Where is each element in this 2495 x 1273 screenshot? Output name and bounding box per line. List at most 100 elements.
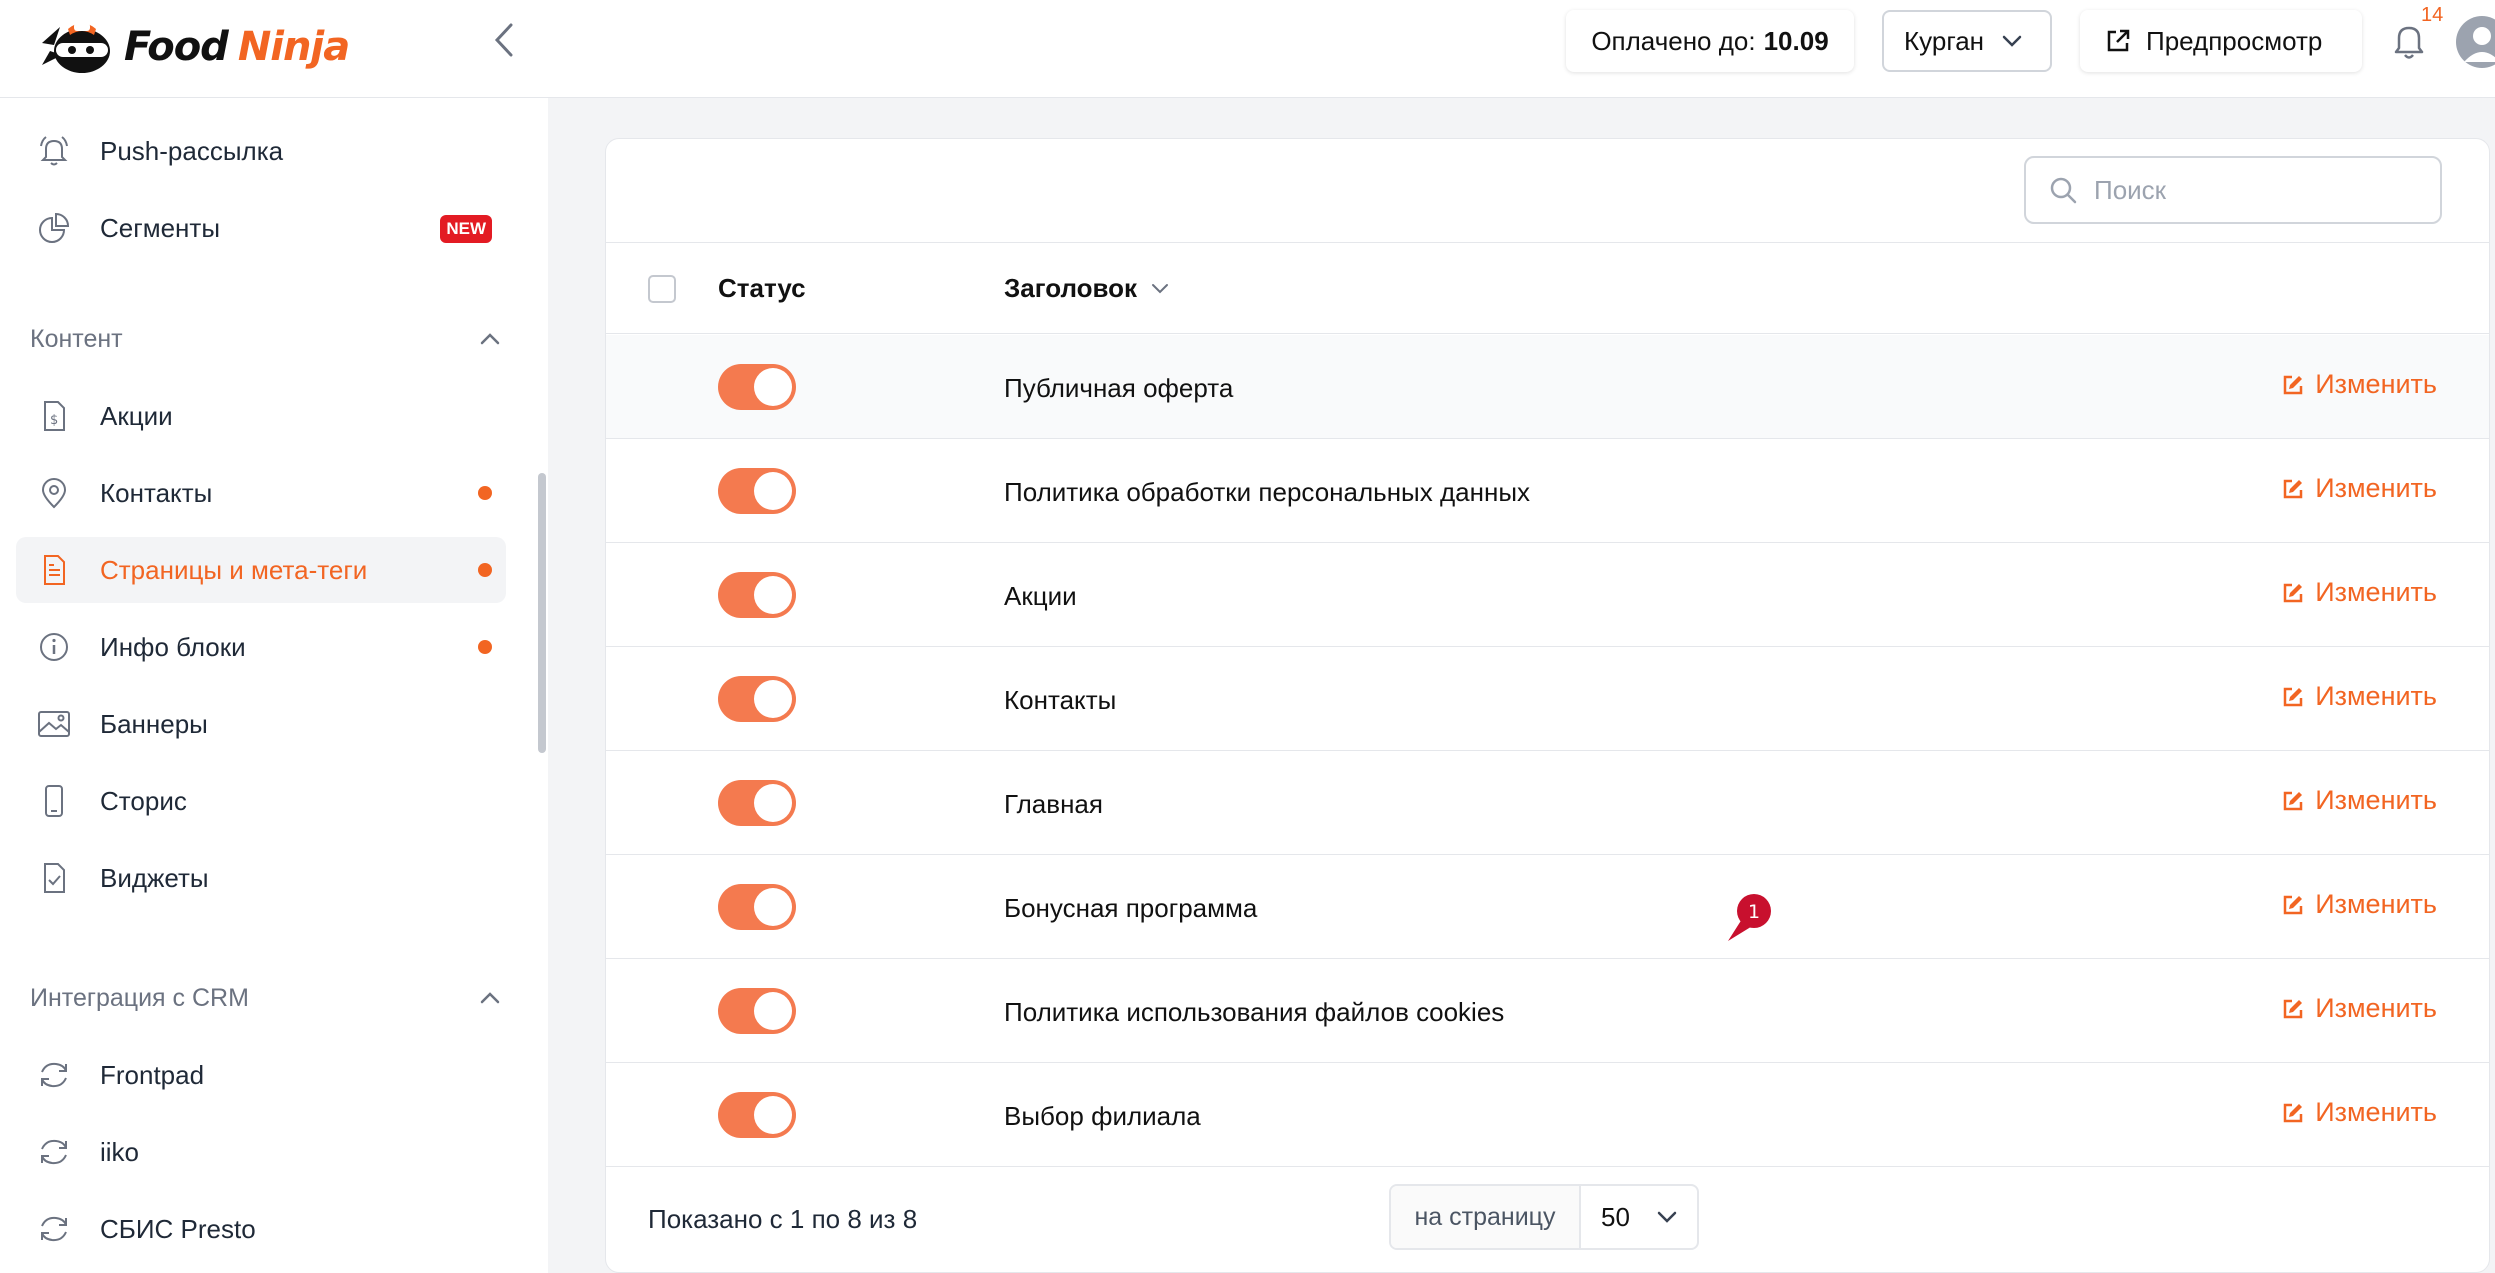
status-toggle[interactable] (718, 1092, 796, 1138)
sync-icon (34, 1209, 74, 1249)
status-toggle[interactable] (718, 676, 796, 722)
sidebar: Push-рассылка Сегменты NEW Контент $ Акц… (0, 98, 548, 1273)
edit-button[interactable]: Изменить (2281, 369, 2437, 400)
annotation-marker: 1 (1728, 894, 1771, 941)
map-pin-icon (34, 473, 74, 513)
logo[interactable]: Food Ninja (38, 14, 350, 80)
user-icon (2464, 27, 2495, 62)
status-toggle[interactable] (718, 988, 796, 1034)
sidebar-item-segments[interactable]: Сегменты NEW (16, 195, 506, 261)
edit-icon (2283, 479, 2303, 498)
select-all-checkbox[interactable] (648, 275, 676, 303)
edit-button[interactable]: Изменить (2281, 681, 2437, 712)
table-row: Контакты Изменить (606, 647, 2489, 751)
status-toggle[interactable] (718, 884, 796, 930)
sidebar-item-banners[interactable]: Баннеры (16, 691, 506, 757)
status-toggle[interactable] (718, 364, 796, 410)
sidebar-item-frontpad[interactable]: Frontpad (16, 1042, 506, 1108)
chevron-up-icon (480, 333, 500, 345)
status-toggle[interactable] (718, 780, 796, 826)
sidebar-item-pages-meta[interactable]: Страницы и мета-теги (16, 537, 506, 603)
edit-icon (2283, 583, 2303, 602)
pie-chart-icon (34, 208, 74, 248)
sidebar-scrollbar[interactable] (538, 473, 546, 753)
edit-button[interactable]: Изменить (2281, 785, 2437, 816)
edit-button[interactable]: Изменить (2281, 993, 2437, 1024)
sync-icon (34, 1132, 74, 1172)
phone-icon (34, 781, 74, 821)
row-title: Акции (1004, 581, 1077, 611)
status-toggle[interactable] (718, 572, 796, 618)
table-row: Публичная оферта Изменить (606, 335, 2489, 439)
section-crm-toggle[interactable]: Интеграция с CRM (30, 973, 500, 1023)
svg-text:$: $ (50, 413, 58, 428)
sidebar-item-sbis-presto[interactable]: СБИС Presto (16, 1196, 506, 1262)
row-title: Главная (1004, 789, 1103, 819)
per-page-select[interactable]: на страницу 50 (1389, 1184, 1699, 1250)
search-input[interactable] (2094, 174, 2414, 206)
sidebar-item-label: Push-рассылка (100, 135, 284, 166)
sidebar-item-label: СБИС Presto (100, 1213, 256, 1244)
avatar[interactable] (2456, 16, 2495, 68)
per-page-label: на страницу (1391, 1186, 1581, 1248)
column-title-sort[interactable]: Заголовок (1004, 273, 1169, 304)
preview-label: Предпросмотр (2146, 25, 2323, 56)
sidebar-item-promotions[interactable]: $ Акции (16, 383, 506, 449)
row-title: Политика обработки персональных данных (1004, 477, 1531, 507)
edit-icon (2283, 375, 2303, 394)
edit-label: Изменить (2315, 889, 2437, 919)
chevron-up-icon (480, 992, 500, 1004)
preview-button[interactable]: Предпросмотр (2080, 10, 2362, 72)
edit-label: Изменить (2315, 1097, 2437, 1127)
search-box[interactable] (2024, 156, 2442, 224)
edit-button[interactable]: Изменить (2281, 1097, 2437, 1128)
top-header: Food Ninja Оплачено до: 10.09 Курган Предп… (0, 0, 2495, 98)
sidebar-item-contacts[interactable]: Контакты (16, 460, 506, 526)
sidebar-item-push[interactable]: Push-рассылка (16, 118, 506, 184)
paid-until-badge: Оплачено до: 10.09 (1566, 10, 1854, 72)
table-row: Главная Изменить (606, 751, 2489, 855)
status-toggle[interactable] (718, 468, 796, 514)
edit-label: Изменить (2315, 993, 2437, 1023)
edit-label: Изменить (2315, 681, 2437, 711)
edit-label: Изменить (2315, 577, 2437, 607)
city-select[interactable]: Курган (1882, 10, 2052, 72)
row-title: Политика использования файлов cookies (1004, 997, 1505, 1027)
per-page-value: 50 (1601, 1201, 1630, 1232)
edit-icon (2283, 999, 2303, 1018)
sidebar-item-label: Frontpad (100, 1059, 205, 1090)
section-content-toggle[interactable]: Контент (30, 314, 500, 364)
edit-button[interactable]: Изменить (2281, 577, 2437, 608)
row-title: Публичная оферта (1004, 373, 1234, 403)
table-row: Политика использования файлов cookies Изм… (606, 959, 2489, 1063)
ninja-logo-icon (38, 17, 118, 77)
collapse-sidebar-button[interactable] (484, 20, 524, 60)
document-icon (34, 550, 74, 590)
edit-label: Изменить (2315, 473, 2437, 503)
bell-icon (34, 131, 74, 171)
paid-until-label: Оплачено до: (1591, 25, 1756, 56)
row-title: Выбор филиала (1004, 1101, 1201, 1131)
edit-button[interactable]: Изменить (2281, 889, 2437, 920)
sidebar-item-iiko[interactable]: iiko (16, 1119, 506, 1185)
unsaved-dot (478, 640, 492, 654)
edit-icon (2283, 895, 2303, 914)
per-page-dropdown[interactable]: 50 (1581, 1202, 1697, 1233)
sidebar-item-widgets[interactable]: Виджеты (16, 845, 506, 911)
edit-label: Изменить (2315, 369, 2437, 399)
chevron-down-icon (2002, 35, 2022, 47)
dollar-file-icon: $ (34, 396, 74, 436)
check-file-icon (34, 858, 74, 898)
row-title: Бонусная программа (1004, 893, 1258, 923)
edit-button[interactable]: Изменить (2281, 473, 2437, 504)
table-row: Бонусная программа Изменить (606, 855, 2489, 959)
pagination-summary: Показано с 1 по 8 из 8 (648, 1204, 918, 1234)
sidebar-item-info-blocks[interactable]: Инфо блоки (16, 614, 506, 680)
sidebar-item-stories[interactable]: Сторис (16, 768, 506, 834)
section-title: Интеграция с CRM (30, 983, 249, 1012)
chevron-down-icon (1152, 284, 1169, 294)
edit-icon (2283, 687, 2303, 706)
image-icon (34, 704, 74, 744)
row-title: Контакты (1004, 685, 1117, 715)
paid-until-date: 10.09 (1763, 25, 1829, 56)
